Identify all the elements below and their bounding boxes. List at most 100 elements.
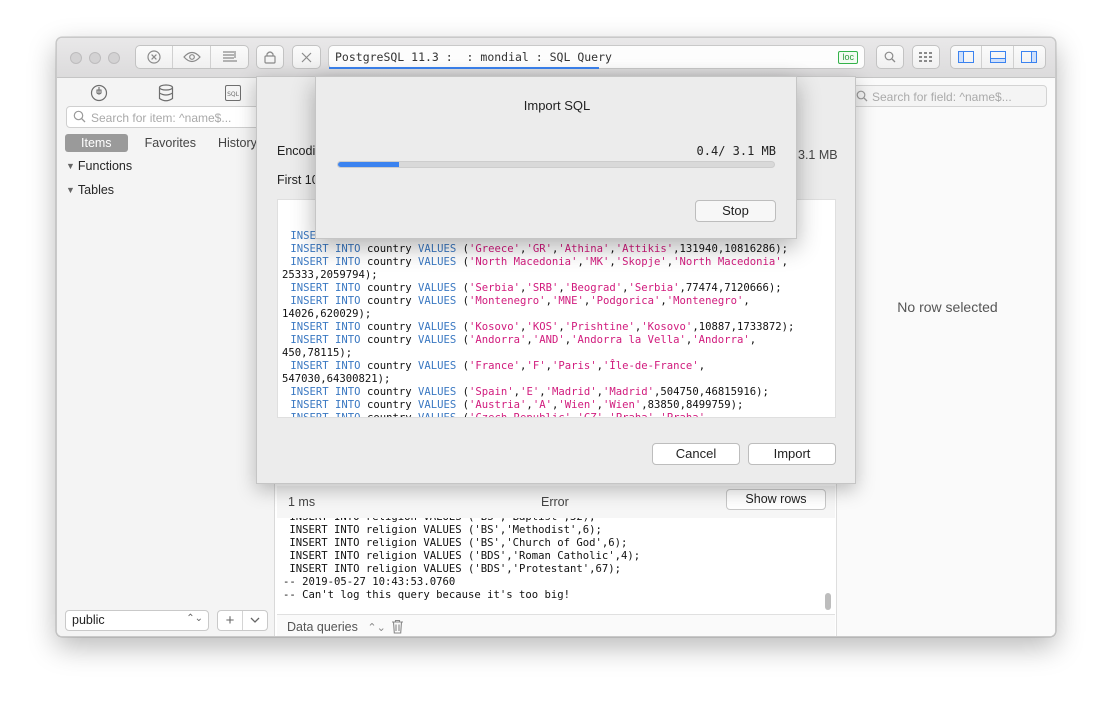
stop-query-button[interactable] [136, 46, 173, 68]
log-filter-select[interactable]: Data queries ⌃⌄ [287, 620, 386, 634]
item-search-placeholder: Search for item: ^name$... [91, 111, 232, 125]
encoding-label: Encodi [277, 144, 316, 158]
svg-text:SQL: SQL [227, 91, 240, 98]
add-item-button[interactable]: + [218, 611, 243, 630]
connections-tab[interactable] [89, 84, 109, 102]
search-icon [856, 90, 868, 102]
panel-toggle-group [950, 45, 1046, 69]
preview-line: INSERT INTO country VALUES ('Czech Repub… [290, 412, 712, 418]
preview-line: INSERT INTO country VALUES ('North Maced… [290, 256, 788, 268]
toggle-bottom-panel-button[interactable] [982, 46, 1014, 68]
log-filter-label: Data queries [287, 620, 358, 634]
tree-item-functions[interactable]: ▼ Functions [66, 159, 132, 173]
toggle-right-panel-button[interactable] [1014, 46, 1045, 68]
list-lines-icon [222, 51, 237, 62]
progress-title: Import SQL [523, 98, 591, 113]
progress-track [337, 161, 775, 168]
show-rows-button[interactable]: Show rows [726, 489, 826, 510]
right-sidebar-icon [1021, 51, 1038, 63]
lock-button[interactable] [256, 45, 284, 69]
lock-icon [264, 51, 276, 64]
eye-icon [182, 51, 201, 63]
left-sidebar-icon [958, 51, 975, 63]
tree-item-tables[interactable]: ▼ Tables [66, 183, 114, 197]
import-progress-dialog: Import SQL 0.4/ 3.1 MB Stop [315, 76, 797, 239]
schema-select-value: public [72, 613, 105, 627]
add-item-menu-button[interactable] [243, 611, 267, 630]
log-line: INSERT INTO religion VALUES ('BS','Metho… [283, 524, 602, 536]
close-tab-button[interactable] [292, 45, 321, 69]
loc-badge: loc [838, 51, 858, 64]
sql-file-icon: SQL [225, 85, 241, 101]
add-item-control: + [217, 610, 268, 631]
database-tab[interactable] [156, 84, 176, 102]
close-window-button[interactable] [70, 52, 82, 64]
right-panel: Search for field: ^name$... No row selec… [836, 78, 1055, 636]
zoom-window-button[interactable] [108, 52, 120, 64]
log-line: INSERT INTO religion VALUES ('BDS','Roma… [283, 550, 641, 562]
up-down-chevron-icon: ⌃⌄ [186, 613, 203, 624]
close-circle-icon [147, 50, 161, 64]
search-button[interactable] [876, 45, 904, 69]
up-down-chevron-icon: ⌃⌄ [367, 622, 386, 634]
connection-address-bar[interactable]: PostgreSQL 11.3 : : mondial : SQL Query … [328, 45, 865, 69]
cancel-button[interactable]: Cancel [652, 443, 740, 465]
grid-icon [919, 52, 932, 62]
query-time: 1 ms [288, 495, 316, 509]
minimize-window-button[interactable] [89, 52, 101, 64]
log-line: INSERT INTO religion VALUES ('BS','Churc… [283, 537, 628, 549]
preview-line: 450,78115); [282, 347, 353, 359]
bottom-panel-icon [989, 51, 1006, 63]
tab-items[interactable]: Items [65, 134, 128, 152]
toolbar-action-group [135, 45, 249, 69]
disclosure-triangle-icon: ▼ [66, 185, 75, 195]
trash-icon [392, 619, 403, 634]
tree-item-label: Functions [77, 159, 133, 173]
preview-line: 547030,64300821); [282, 373, 391, 385]
stop-button[interactable]: Stop [695, 200, 776, 222]
preview-line: INSERT INTO country VALUES ('France','F'… [290, 360, 706, 372]
close-icon [301, 52, 312, 62]
sidebar-tabs: Items Favorites History [65, 134, 267, 152]
left-sidebar: SQL Search for item: ^name$... Items Fav… [57, 78, 275, 636]
clear-log-button[interactable] [391, 619, 404, 636]
sql-tab[interactable]: SQL [223, 84, 243, 102]
preview-line: INSERT INTO country VALUES ('Andorra','A… [290, 334, 757, 346]
import-button[interactable]: Import [748, 443, 836, 465]
file-size-label: 3.1 MB [798, 148, 838, 162]
connection-address-text: PostgreSQL 11.3 : : mondial : SQL Query [335, 50, 612, 64]
tab-favorites[interactable]: Favorites [128, 134, 211, 152]
log-scrollbar[interactable] [825, 593, 831, 610]
first-lines-label: First 10 [277, 173, 319, 187]
preview-line: INSERT INTO country VALUES ('Greece','GR… [290, 243, 788, 255]
preview-line: 14026,620029); [282, 308, 372, 320]
preview-button[interactable] [173, 46, 211, 68]
log-footer: Data queries ⌃⌄ [277, 614, 835, 636]
preview-line: INSERT INTO country VALUES ('Serbia','SR… [290, 282, 782, 294]
format-button[interactable] [211, 46, 248, 68]
query-log: INSERT INTO religion VALUES ('BS','Bapti… [277, 518, 835, 613]
toggle-left-panel-button[interactable] [951, 46, 983, 68]
query-status: Error [541, 495, 569, 509]
search-icon [73, 110, 86, 123]
chevron-down-icon [250, 617, 260, 623]
field-search-field[interactable]: Search for field: ^name$... [851, 85, 1047, 107]
tree-item-label: Tables [77, 183, 115, 197]
log-line: -- 2019-05-27 10:43:53.0760 [283, 576, 456, 588]
disclosure-triangle-icon: ▼ [66, 161, 75, 171]
progress-fill [338, 162, 400, 167]
grid-view-button[interactable] [912, 45, 940, 69]
log-line: INSERT INTO religion VALUES ('BDS','Prot… [283, 563, 622, 575]
plug-icon [90, 84, 108, 102]
progress-amount: 0.4/ 3.1 MB [696, 144, 776, 158]
no-row-selected-label: No row selected [897, 299, 998, 315]
address-progress-line [329, 67, 599, 69]
preview-line: INSERT INTO country VALUES ('Spain','E',… [290, 386, 769, 398]
preview-line: INSERT INTO country VALUES ('Kosovo','KO… [290, 321, 795, 333]
preview-line: INSERT INTO country VALUES ('Montenegro'… [290, 295, 750, 307]
toolbar: PostgreSQL 11.3 : : mondial : SQL Query … [57, 38, 1055, 78]
schema-select[interactable]: public ⌃⌄ [65, 610, 209, 631]
preview-line: INSERT INTO country VALUES ('Austria','A… [290, 399, 744, 411]
field-search-placeholder: Search for field: ^name$... [872, 90, 1012, 104]
item-search-field[interactable]: Search for item: ^name$... [66, 106, 266, 128]
